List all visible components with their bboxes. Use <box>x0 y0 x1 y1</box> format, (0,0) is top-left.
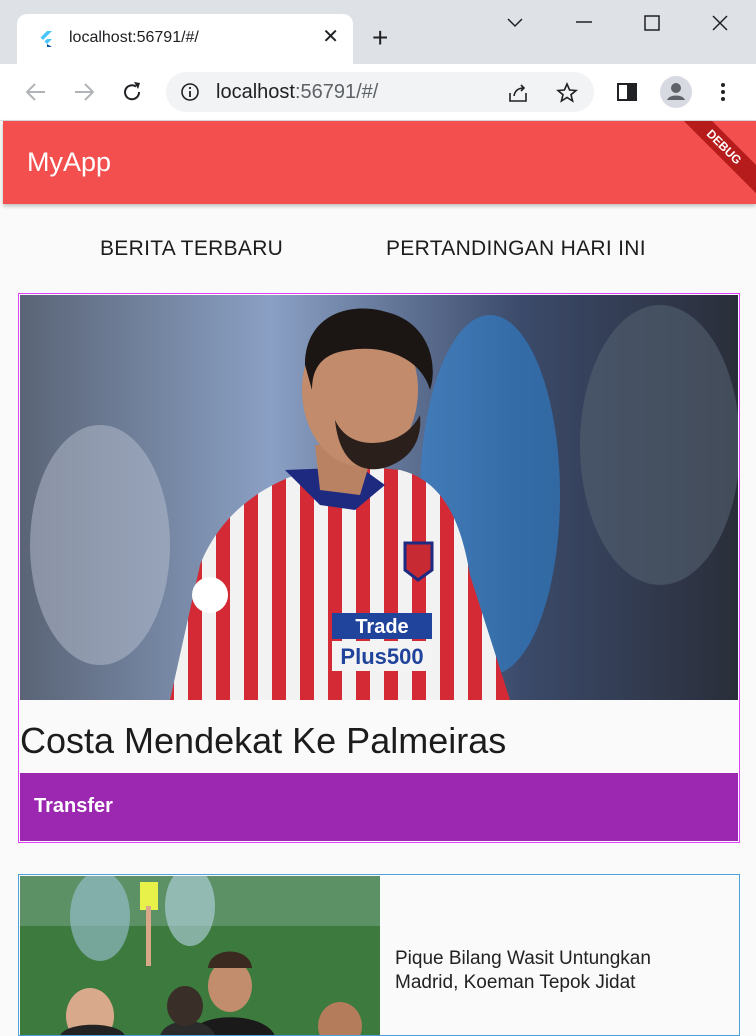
close-window-icon[interactable] <box>712 15 728 31</box>
back-icon[interactable] <box>23 79 49 105</box>
flutter-icon <box>40 31 52 47</box>
article-title: Costa Mendekat Ke Palmeiras <box>20 720 507 761</box>
tab-bar: BERITA TERBARU PERTANDINGAN HARI INI <box>3 205 756 293</box>
svg-text:Plus500: Plus500 <box>340 644 423 669</box>
category-label: Transfer <box>34 795 113 817</box>
bookmark-star-icon[interactable] <box>555 81 579 105</box>
chevron-down-icon[interactable] <box>506 16 524 30</box>
new-tab-icon[interactable]: + <box>372 24 388 52</box>
debug-banner: DEBUG <box>674 121 756 197</box>
url-text[interactable]: localhost:56791/#/ <box>216 81 378 104</box>
app-bar: MyApp DEBUG <box>3 121 756 204</box>
browser-tabstrip: localhost:56791/#/ ✕ + <box>0 0 756 64</box>
article-card[interactable]: Pique Bilang Wasit Untungkan Madrid, Koe… <box>18 874 740 1036</box>
minimize-icon[interactable] <box>575 20 593 24</box>
article-image: Trade Plus500 <box>20 295 738 700</box>
browser-tab[interactable]: localhost:56791/#/ ✕ <box>17 14 353 64</box>
address-bar[interactable]: localhost:56791/#/ <box>166 72 594 112</box>
close-tab-icon[interactable]: ✕ <box>322 27 339 47</box>
article-title: Pique Bilang Wasit Untungkan Madrid, Koe… <box>395 948 651 993</box>
app-title: MyApp <box>27 147 112 177</box>
info-icon[interactable] <box>180 82 200 102</box>
forward-icon[interactable] <box>71 79 97 105</box>
share-icon[interactable] <box>506 81 530 105</box>
profile-avatar-icon[interactable] <box>659 75 693 109</box>
url-path: :56791/#/ <box>294 81 379 103</box>
tab-todays-matches[interactable]: PERTANDINGAN HARI INI <box>386 237 646 261</box>
svg-text:Trade: Trade <box>355 616 408 638</box>
more-menu-icon[interactable] <box>710 79 736 105</box>
tab-title: localhost:56791/#/ <box>69 29 199 46</box>
category-band: Transfer <box>20 773 738 841</box>
article-card[interactable]: Trade Plus500 Costa Mendekat Ke Palmeira… <box>18 293 740 843</box>
tab-latest-news[interactable]: BERITA TERBARU <box>100 237 283 261</box>
browser-toolbar: localhost:56791/#/ <box>0 64 756 121</box>
reload-icon[interactable] <box>119 79 145 105</box>
maximize-icon[interactable] <box>644 15 660 31</box>
article-image <box>20 876 380 1035</box>
side-panel-icon[interactable] <box>614 79 640 105</box>
url-host: localhost <box>216 81 295 103</box>
